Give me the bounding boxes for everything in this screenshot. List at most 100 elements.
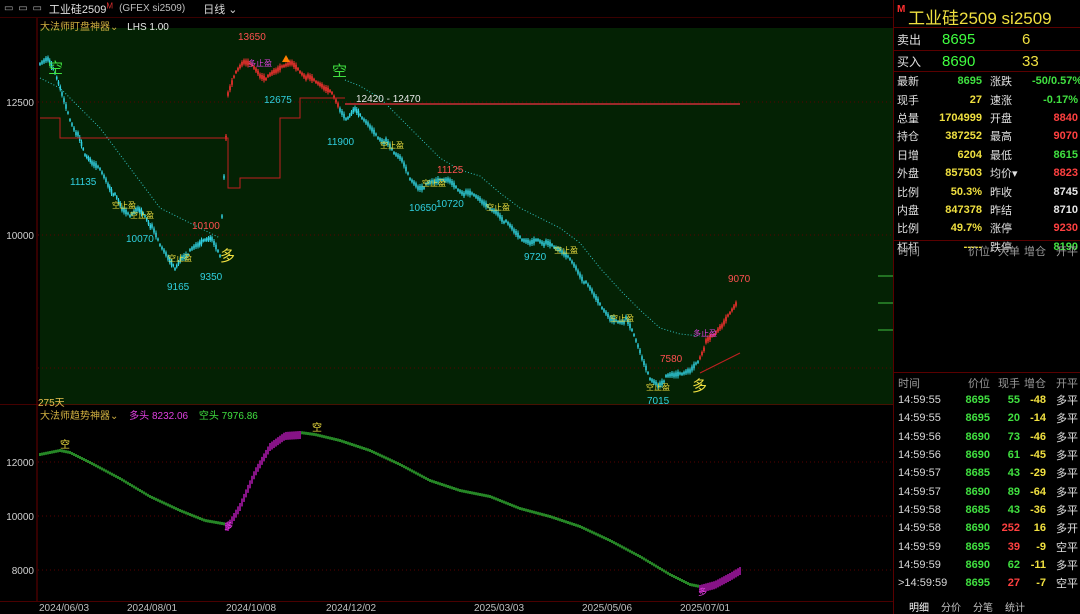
tick-row[interactable]: 14:59:56 8690 73 -46 多平 — [894, 428, 1080, 446]
tick-row[interactable]: 14:59:57 8690 89 -64 多平 — [894, 482, 1080, 500]
trend-indicator-chart[interactable]: 12000100008000 空空多多 — [0, 405, 893, 601]
tick-list[interactable]: 14:59:55 8695 55 -48 多平 14:59:55 8695 20 -14 多平 14… — [894, 391, 1080, 592]
candle-body — [112, 193, 115, 196]
tick-volume: 20 — [1007, 412, 1020, 425]
tick-oi-change: 16 — [1033, 522, 1046, 535]
bear-value: 7976.86 — [221, 411, 258, 422]
tab-price[interactable]: 分价 — [936, 599, 966, 614]
candle-body — [683, 371, 685, 375]
candle-body — [354, 107, 356, 111]
candle-body — [283, 65, 285, 67]
take-profit-marker: 空止盈 — [130, 210, 154, 220]
tick-row[interactable]: >14:59:59 8695 27 -7 空平 — [894, 574, 1080, 592]
price-chart[interactable]: 12500 10000 13650 12675 11900 11135 10070 1010… — [0, 18, 893, 405]
candle-body — [367, 122, 369, 126]
window-controls-icon[interactable]: ▭ ▭ ▭ — [4, 3, 43, 14]
candle-body — [697, 361, 699, 363]
candle-body — [393, 152, 395, 154]
candle-body — [309, 75, 311, 80]
tick-row[interactable]: 14:59:55 8695 20 -14 多平 — [894, 409, 1080, 427]
column-header: 时间 — [898, 378, 920, 390]
y-tick-label: 10000 — [6, 512, 34, 523]
ask-row[interactable]: 卖出 8695 6 — [894, 29, 1080, 49]
price-label: 13650 — [238, 32, 266, 43]
take-profit-marker: 空止盈 — [646, 382, 670, 392]
tick-oi-change: -36 — [1030, 503, 1046, 516]
tick-direction: 多平 — [1056, 450, 1078, 463]
bull-background — [40, 28, 893, 405]
tick-row[interactable]: 14:59:59 8690 62 -11 多平 — [894, 556, 1080, 574]
candle-body — [641, 356, 643, 360]
candle-body — [591, 289, 593, 293]
trend-indicator-label[interactable]: 大法师趋势神器⌄ 多头 8232.06 空头 7976.86 — [40, 407, 258, 422]
quote-value: 8745 — [1053, 185, 1078, 198]
candle-body — [155, 232, 157, 238]
tick-price: 8690 — [965, 430, 990, 443]
tick-row[interactable]: 14:59:56 8690 61 -45 多平 — [894, 446, 1080, 464]
candle-body — [567, 255, 569, 258]
tab-stats[interactable]: 统计 — [1000, 599, 1030, 614]
candle-body — [55, 76, 58, 80]
quote-value: 8710 — [1053, 203, 1078, 216]
tick-oi-change: -7 — [1036, 577, 1046, 590]
candle-body — [331, 92, 333, 94]
candle-body — [691, 366, 693, 371]
candle-body — [531, 240, 533, 244]
candle-body — [127, 212, 129, 215]
candle-body — [407, 172, 409, 175]
tick-volume: 39 — [1007, 540, 1020, 553]
candle-body — [479, 197, 481, 202]
take-profit-marker: 空止盈 — [610, 313, 634, 323]
candle-body — [303, 74, 305, 78]
tick-row[interactable]: 14:59:57 8685 43 -29 多平 — [894, 464, 1080, 482]
candle-body — [461, 191, 463, 195]
candle-body — [679, 372, 681, 375]
ask-price: 8695 — [942, 30, 976, 48]
candle-body — [39, 63, 41, 65]
candle-body — [110, 189, 113, 194]
tick-time: 14:59:57 — [898, 467, 941, 480]
candle-body — [699, 356, 701, 359]
candle-body — [335, 99, 337, 103]
quote-panel: M 工业硅2509 si2509 卖出 8695 6 买入 8690 33 最新… — [893, 0, 1080, 614]
tick-price: 8695 — [965, 540, 990, 553]
candle-body — [361, 117, 363, 119]
tab-detail[interactable]: 明细 — [904, 599, 934, 614]
candle-body — [189, 249, 191, 251]
candle-body — [89, 158, 92, 162]
bid-row[interactable]: 买入 8690 33 — [894, 51, 1080, 71]
candle-body — [649, 378, 651, 380]
tick-volume: 27 — [1007, 577, 1020, 590]
candle-body — [265, 78, 267, 80]
tick-row[interactable]: 14:59:58 8685 43 -36 多平 — [894, 501, 1080, 519]
contract-title: 工业硅2509M — [49, 1, 113, 17]
column-header: 现手 — [998, 378, 1020, 390]
candle-body — [67, 111, 69, 114]
tick-row[interactable]: 14:59:55 8695 55 -48 多平 — [894, 391, 1080, 409]
long-signal: 多 — [220, 248, 235, 265]
bid-volume: 33 — [1022, 52, 1039, 70]
tick-row[interactable]: 14:59:59 8695 39 -9 空平 — [894, 537, 1080, 555]
contract-name: 工业硅2509 — [48, 3, 107, 16]
big-order-header: 时间 价位 大单 增仓 开平 — [894, 243, 1080, 259]
candle-body — [175, 264, 178, 268]
tick-direction: 多平 — [1056, 431, 1078, 444]
candle-body — [105, 178, 107, 182]
take-profit-marker: 空止盈 — [168, 253, 192, 263]
candle-body — [517, 232, 519, 238]
candle-body — [419, 186, 421, 190]
candle-body — [85, 155, 88, 158]
period-selector[interactable]: 日线 ⌄ — [203, 1, 237, 17]
long-marker: 多 — [224, 520, 233, 531]
indicator-name: 大法师盯盘神器 — [40, 22, 110, 33]
tab-trades[interactable]: 分笔 — [968, 599, 998, 614]
tick-row[interactable]: 14:59:58 8690 252 16 多开 — [894, 519, 1080, 537]
candle-body — [703, 347, 705, 351]
candle-body — [355, 109, 358, 113]
candle-body — [507, 222, 509, 225]
main-indicator-label[interactable]: 大法师盯盘神器⌄ LHS 1.00 — [40, 18, 169, 33]
candle-body — [637, 344, 639, 348]
quote-label: 日增 — [897, 149, 919, 162]
ask-volume: 6 — [1022, 30, 1031, 48]
candle-body — [665, 375, 667, 377]
